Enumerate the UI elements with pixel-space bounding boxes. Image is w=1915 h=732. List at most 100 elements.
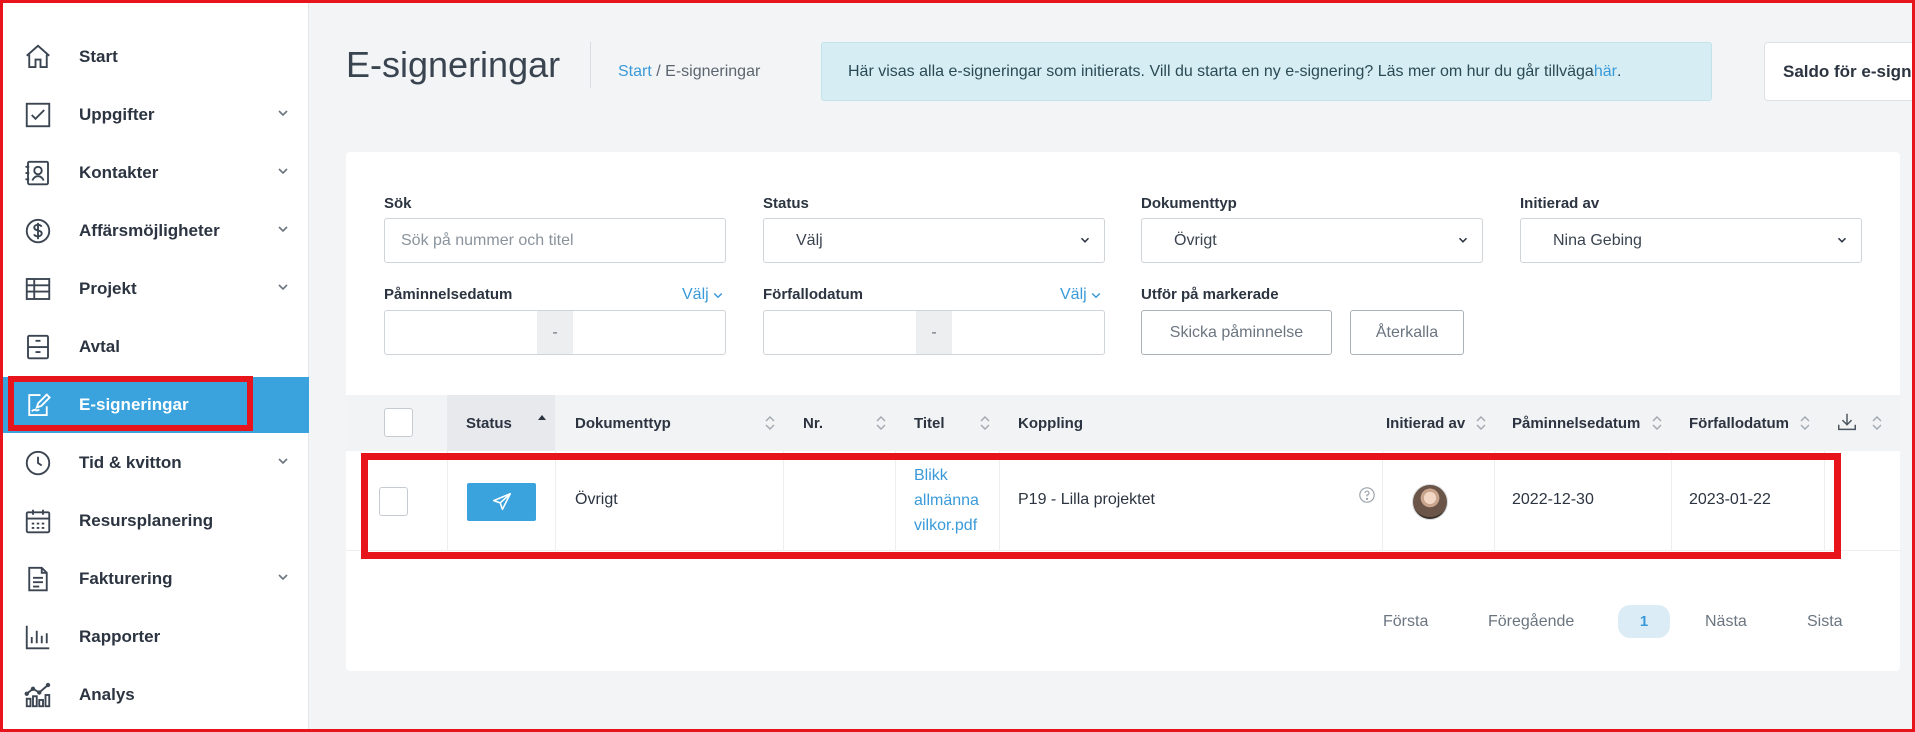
- sidebar-item-label: Uppgifter: [79, 105, 155, 124]
- saldo-button[interactable]: Saldo för e-signe: [1764, 42, 1915, 101]
- reminder-date-to-input[interactable]: [573, 311, 725, 354]
- status-sent-button[interactable]: [467, 483, 536, 521]
- sidebar-item-label: Tid & kvitton: [79, 453, 182, 472]
- chevron-down-icon: [278, 458, 288, 465]
- column-separator: [555, 451, 556, 551]
- column-header-nr[interactable]: Nr.: [803, 395, 823, 451]
- search-input[interactable]: Sök på nummer och titel: [384, 218, 726, 263]
- column-header-label: Koppling: [1018, 414, 1083, 432]
- row-checkbox[interactable]: [379, 487, 408, 516]
- sort-icon[interactable]: [1475, 414, 1487, 432]
- chevron-down-icon: [1837, 237, 1847, 243]
- saldo-label: Saldo för e-signe: [1783, 61, 1915, 81]
- sort-icon[interactable]: [875, 414, 887, 432]
- sidebar-item-e-signeringar[interactable]: E-signeringar: [3, 377, 309, 433]
- info-banner-text: Här visas alla e-signeringar som initier…: [848, 62, 1594, 80]
- due-date-to-input[interactable]: [952, 311, 1104, 354]
- cell-title-link[interactable]: Blikk allmänna vilkor.pdf: [914, 463, 994, 538]
- chevron-down-icon: [278, 168, 288, 175]
- sidebar-item-tid-kvitton[interactable]: Tid & kvitton: [3, 435, 309, 491]
- column-header-doctype[interactable]: Dokumenttyp: [575, 395, 671, 451]
- archive-icon: [22, 331, 54, 363]
- sidebar-item-projekt[interactable]: Projekt: [3, 261, 309, 317]
- sidebar-item-resursplanering[interactable]: Resursplanering: [3, 493, 309, 549]
- info-banner: Här visas alla e-signeringar som initier…: [821, 42, 1712, 101]
- pagination-prev[interactable]: Föregående: [1488, 613, 1574, 631]
- column-separator: [1824, 451, 1825, 551]
- cell-reminder-date: 2022-12-30: [1512, 491, 1594, 508]
- analytics-icon: [22, 679, 54, 711]
- column-header-status[interactable]: Status: [466, 395, 512, 451]
- revoke-button[interactable]: Återkalla: [1350, 310, 1464, 355]
- sidebar-item-label: Resursplanering: [79, 511, 214, 530]
- sort-icon[interactable]: [979, 414, 991, 432]
- reminder-date-pick-link[interactable]: Välj: [682, 286, 724, 304]
- due-date-pick-link[interactable]: Välj: [1060, 286, 1102, 304]
- help-circle-icon[interactable]: [1358, 486, 1376, 504]
- sidebar-item-label: Avtal: [79, 337, 120, 356]
- sidebar-item-label: Start: [79, 47, 118, 66]
- status-label: Status: [763, 195, 809, 212]
- pagination-first[interactable]: Första: [1383, 613, 1428, 631]
- cell-doctype: Övrigt: [575, 491, 618, 508]
- doctype-label: Dokumenttyp: [1141, 195, 1237, 212]
- sidebar-item-avtal[interactable]: Avtal: [3, 319, 309, 375]
- column-header-title[interactable]: Titel: [914, 395, 945, 451]
- column-header-reminder[interactable]: Påminnelsedatum: [1512, 395, 1640, 451]
- table-row[interactable]: Övrigt Blikk allmänna vilkor.pdf P19 - L…: [346, 451, 1900, 551]
- pagination-next[interactable]: Nästa: [1705, 613, 1747, 631]
- pagination-current-page[interactable]: 1: [1618, 605, 1670, 638]
- column-header-label: Initierad av: [1386, 414, 1466, 432]
- sidebar-item-analys[interactable]: Analys: [3, 667, 309, 723]
- home-icon: [22, 41, 54, 73]
- column-header-label: Status: [466, 414, 512, 432]
- sidebar-item-fakturering[interactable]: Fakturering: [3, 551, 309, 607]
- sidebar-item-label: E-signeringar: [79, 395, 189, 414]
- sort-icon[interactable]: [764, 414, 776, 432]
- range-separator: -: [537, 311, 573, 354]
- pagination-last[interactable]: Sista: [1807, 613, 1843, 631]
- cell-link: P19 - Lilla projektet: [1018, 491, 1155, 508]
- sidebar-item-rapporter[interactable]: Rapporter: [3, 609, 309, 665]
- document-icon: [22, 563, 54, 595]
- send-reminder-button[interactable]: Skicka påminnelse: [1141, 310, 1332, 355]
- sort-asc-icon[interactable]: [536, 411, 548, 429]
- signature-pen-icon: [22, 389, 54, 421]
- chevron-down-icon: [1091, 292, 1100, 299]
- due-date-label: Förfallodatum: [763, 286, 863, 303]
- sidebar-item-label: Projekt: [79, 279, 137, 298]
- download-icon[interactable]: [1836, 411, 1858, 433]
- bar-chart-icon: [22, 621, 54, 653]
- breadcrumb-separator: /: [651, 63, 666, 80]
- sidebar-item-start[interactable]: Start: [3, 29, 309, 85]
- clock-icon: [22, 447, 54, 479]
- column-header-due[interactable]: Förfallodatum: [1689, 395, 1789, 451]
- esign-card: Sök Sök på nummer och titel Status Välj …: [346, 152, 1900, 671]
- initiated-by-select[interactable]: Nina Gebing: [1520, 218, 1862, 263]
- calendar-icon: [22, 505, 54, 537]
- breadcrumb-start-link[interactable]: Start: [618, 63, 652, 80]
- doctype-select[interactable]: Övrigt: [1141, 218, 1483, 263]
- sidebar-item-affarsmojligheter[interactable]: Affärsmöjligheter: [3, 203, 309, 259]
- sidebar-item-kontakter[interactable]: Kontakter: [3, 145, 309, 201]
- table-header: Status Dokumenttyp Nr. Titel Koppling In…: [346, 395, 1900, 451]
- info-banner-link[interactable]: här: [1594, 63, 1617, 81]
- search-label: Sök: [384, 195, 412, 212]
- column-separator: [447, 451, 448, 551]
- sidebar-item-label: Analys: [79, 685, 135, 704]
- sort-icon[interactable]: [1871, 414, 1883, 432]
- breadcrumb-current: E-signeringar: [665, 63, 761, 80]
- due-date-from-input[interactable]: [764, 311, 916, 354]
- sidebar: Start Uppgifter Kontakter Affärsmöjlighe…: [3, 3, 309, 729]
- sort-icon[interactable]: [1651, 414, 1663, 432]
- info-banner-end: .: [1616, 62, 1622, 80]
- sort-icon[interactable]: [1799, 414, 1811, 432]
- column-header-initiated[interactable]: Initierad av: [1386, 395, 1465, 451]
- select-all-checkbox[interactable]: [384, 408, 413, 437]
- status-select[interactable]: Välj: [763, 218, 1105, 263]
- column-header-link[interactable]: Koppling: [1018, 395, 1083, 451]
- title-divider: [590, 42, 591, 88]
- column-separator: [895, 451, 896, 551]
- sidebar-item-uppgifter[interactable]: Uppgifter: [3, 87, 309, 143]
- reminder-date-from-input[interactable]: [385, 311, 537, 354]
